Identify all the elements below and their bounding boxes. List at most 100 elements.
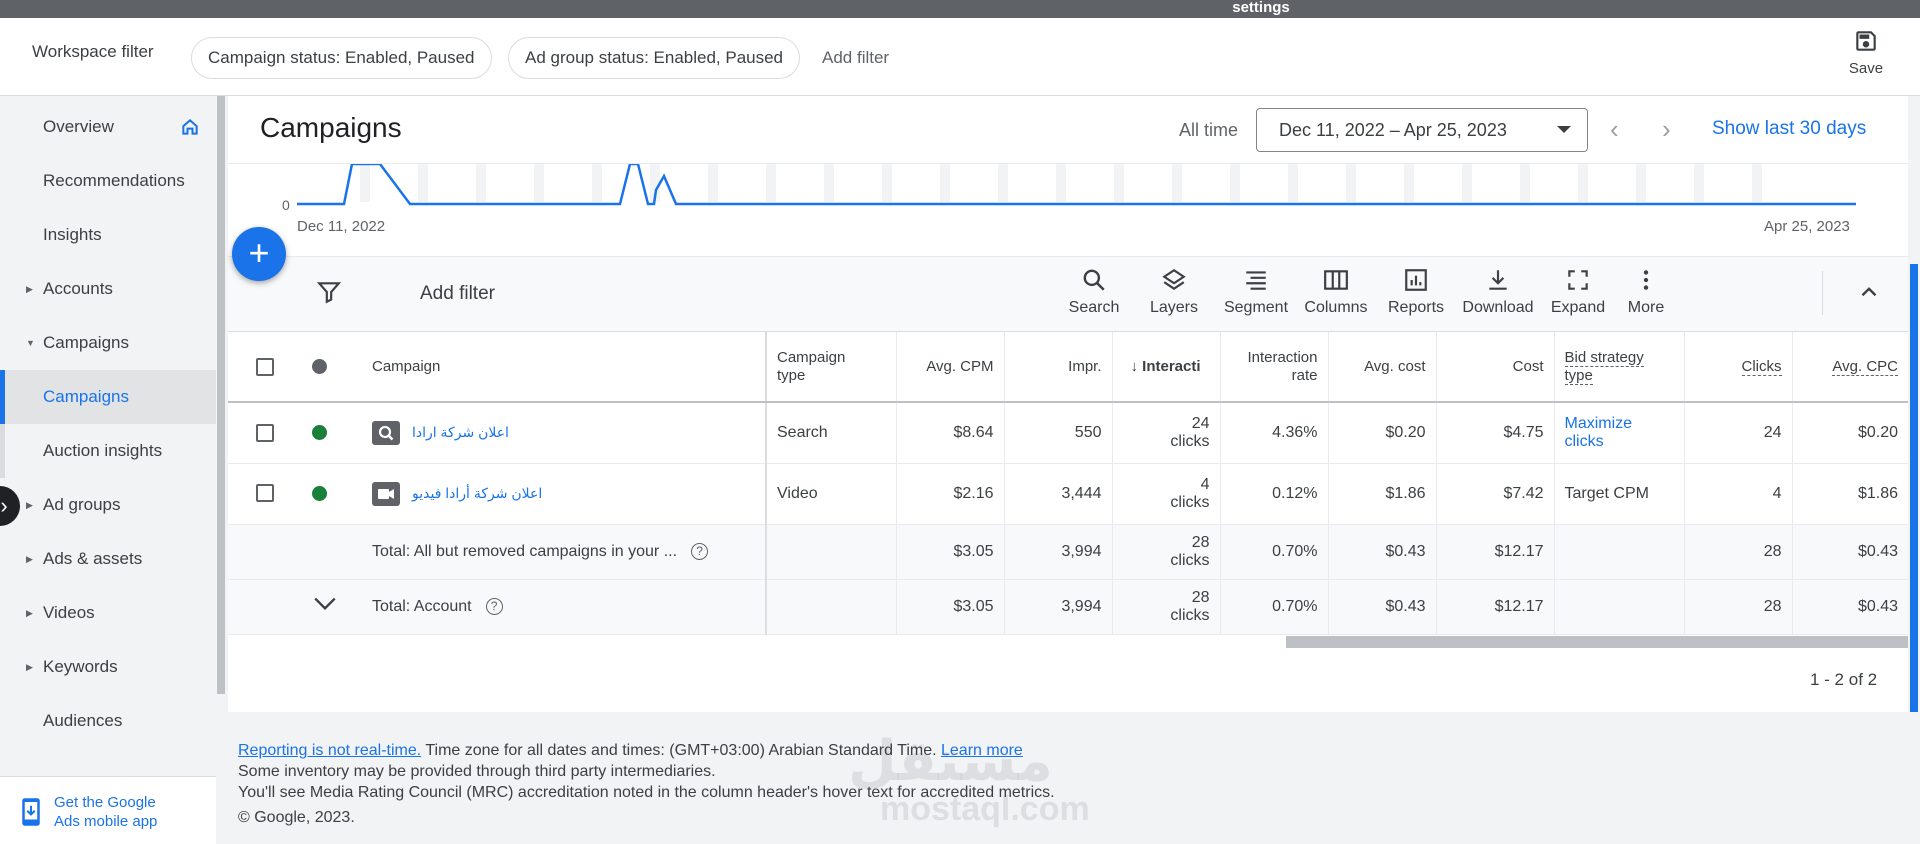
grid-band bbox=[1230, 164, 1240, 202]
bid-strategy-line2: clicks bbox=[1564, 432, 1604, 450]
reports-tool[interactable]: Reports bbox=[1376, 267, 1456, 317]
help-icon[interactable]: ? bbox=[485, 597, 503, 615]
mobile-app-promo[interactable]: Get the Google Ads mobile app bbox=[0, 776, 216, 844]
impr-header[interactable]: Impr. bbox=[1004, 332, 1113, 403]
row-checkbox[interactable] bbox=[256, 423, 274, 442]
page-title: Campaigns bbox=[260, 112, 402, 143]
avg-cpc-header[interactable]: Avg. CPC bbox=[1792, 332, 1908, 403]
bid-strategy-cell: Target CPM bbox=[1554, 463, 1685, 525]
row-status-cell[interactable] bbox=[302, 402, 352, 464]
learn-more-link[interactable]: Learn more bbox=[941, 742, 1023, 759]
sidebar-item-accounts[interactable]: ▶ Accounts bbox=[0, 262, 216, 316]
sidebar-item-ads-assets[interactable]: ▶ Ads & assets bbox=[0, 532, 216, 586]
help-icon[interactable]: ? bbox=[691, 542, 709, 560]
create-campaign-button[interactable]: + bbox=[232, 227, 286, 281]
sidebar-item-ad-groups[interactable]: ▶ Ad groups bbox=[0, 478, 216, 532]
impr-cell: 3,994 bbox=[1004, 579, 1113, 635]
sidebar-item-videos[interactable]: ▶ Videos bbox=[0, 586, 216, 640]
segment-tool[interactable]: Segment bbox=[1216, 267, 1296, 317]
sidebar-item-audiences[interactable]: Audiences bbox=[0, 694, 216, 748]
download-icon bbox=[1489, 270, 1507, 290]
cost-header[interactable]: Cost bbox=[1436, 332, 1555, 403]
campaign-type-cell: Video bbox=[766, 463, 897, 525]
add-workspace-filter-button[interactable]: Add filter bbox=[822, 48, 889, 68]
row-status-cell[interactable] bbox=[302, 463, 352, 525]
layers-tool[interactable]: Layers bbox=[1134, 267, 1214, 317]
filter-icon[interactable] bbox=[316, 279, 342, 305]
workspace-filter-bar: Workspace filter Campaign status: Enable… bbox=[0, 18, 1920, 96]
grid-band bbox=[1172, 164, 1182, 202]
grid-band bbox=[1752, 164, 1762, 202]
not-realtime-link[interactable]: Reporting is not real-time. bbox=[238, 742, 421, 759]
sidebar-item-overview[interactable]: Overview bbox=[0, 100, 216, 154]
sidebar-scrollbar[interactable] bbox=[216, 96, 226, 844]
table-row[interactable]: اعلان شركة أرادا فيديو Video $2.16 3,444… bbox=[228, 463, 1908, 525]
sidebar-item-recommendations[interactable]: Recommendations bbox=[0, 154, 216, 208]
bid-strategy-header[interactable]: Bid strategy type bbox=[1554, 332, 1685, 403]
save-label: Save bbox=[1848, 60, 1884, 77]
previous-period-icon[interactable]: ‹ bbox=[1610, 116, 1619, 142]
avg-cpm-header[interactable]: Avg. CPM bbox=[896, 332, 1005, 403]
tool-label: Segment bbox=[1223, 299, 1289, 316]
next-period-icon[interactable]: › bbox=[1662, 116, 1671, 142]
sidebar-item-label: Audiences bbox=[43, 711, 123, 730]
add-table-filter-button[interactable]: Add filter bbox=[420, 283, 495, 305]
sidebar-item-label: Campaigns bbox=[43, 387, 129, 406]
search-tool[interactable]: Search bbox=[1054, 267, 1134, 317]
bid-strategy-cell[interactable]: Maximize clicks bbox=[1554, 402, 1685, 464]
total-label: Total: All but removed campaigns in your… bbox=[372, 542, 678, 560]
interactions-unit: clicks bbox=[1170, 551, 1210, 569]
sort-arrow-icon: ↓ bbox=[1130, 357, 1143, 375]
sidebar-item-campaigns[interactable]: Campaigns bbox=[0, 370, 216, 424]
sidebar-scrollbar-thumb[interactable] bbox=[217, 96, 225, 694]
table-row[interactable]: اعلان شركة ارادا Search $8.64 550 24 clic… bbox=[228, 402, 1908, 464]
status-header[interactable] bbox=[302, 332, 352, 403]
date-range-picker[interactable]: Dec 11, 2022 – Apr 25, 2023 bbox=[1256, 108, 1588, 152]
chart-grid bbox=[360, 164, 1762, 202]
clicks-header[interactable]: Clicks bbox=[1684, 332, 1793, 403]
avg-cost-header[interactable]: Avg. cost bbox=[1328, 332, 1437, 403]
header-label: type bbox=[1564, 366, 1593, 384]
caret-right-icon: ▶ bbox=[26, 608, 33, 618]
sidebar-item-insights[interactable]: Insights bbox=[0, 208, 216, 262]
table-horizontal-scrollbar[interactable] bbox=[1286, 636, 1908, 648]
mobile-app-line1: Get the Google bbox=[54, 794, 156, 811]
grid-band bbox=[1346, 164, 1356, 202]
chart-x-end-label: Apr 25, 2023 bbox=[1764, 218, 1850, 235]
select-all-checkbox[interactable] bbox=[256, 357, 274, 376]
sidebar-item-campaigns-group[interactable]: ▼ Campaigns bbox=[0, 316, 216, 370]
footer-line2: Some inventory may be provided through t… bbox=[238, 763, 716, 780]
clicks-cell: 4 bbox=[1684, 463, 1793, 525]
save-button[interactable]: Save bbox=[1842, 28, 1890, 77]
cost-cell: $12.17 bbox=[1436, 524, 1555, 580]
interactions-header[interactable]: ↓ Interacti bbox=[1112, 332, 1221, 403]
main-scrollbar-thumb[interactable] bbox=[1910, 264, 1918, 712]
more-tool[interactable]: More bbox=[1606, 267, 1686, 317]
chart-canvas bbox=[297, 164, 1856, 206]
sidebar-item-label: Ad groups bbox=[43, 495, 121, 514]
campaign-name-link[interactable]: اعلان شركة أرادا فيديو bbox=[412, 485, 542, 501]
campaign-status-chip[interactable]: Campaign status: Enabled, Paused bbox=[191, 37, 492, 79]
avg-cpc-cell: $0.43 bbox=[1792, 579, 1908, 635]
download-tool[interactable]: Download bbox=[1458, 267, 1538, 317]
sidebar-item-keywords[interactable]: ▶ Keywords bbox=[0, 640, 216, 694]
columns-tool[interactable]: Columns bbox=[1296, 267, 1376, 317]
expand-total-cell[interactable] bbox=[302, 579, 352, 635]
ad-group-status-chip[interactable]: Ad group status: Enabled, Paused bbox=[508, 37, 801, 79]
sidebar-item-auction-insights[interactable]: Auction insights bbox=[0, 424, 216, 478]
campaign-name-link[interactable]: اعلان شركة ارادا bbox=[412, 424, 509, 440]
main-scrollbar[interactable] bbox=[1908, 96, 1920, 712]
row-select-cell bbox=[228, 402, 302, 464]
chevron-up-icon[interactable] bbox=[1856, 279, 1882, 305]
campaigns-header: Campaigns All time Dec 11, 2022 – Apr 25… bbox=[228, 96, 1908, 164]
interaction-rate-header[interactable]: Interaction rate bbox=[1220, 332, 1329, 403]
caret-right-icon: ▶ bbox=[26, 554, 33, 564]
row-checkbox[interactable] bbox=[256, 484, 274, 503]
show-last-30-days-link[interactable]: Show last 30 days bbox=[1712, 118, 1866, 140]
cost-cell: $12.17 bbox=[1436, 579, 1555, 635]
campaign-type-header[interactable]: Campaign type bbox=[766, 332, 897, 403]
tool-label: Search bbox=[1068, 299, 1120, 316]
campaign-header[interactable]: Campaign bbox=[352, 332, 767, 403]
grid-band bbox=[1694, 164, 1704, 202]
grid-band bbox=[882, 164, 892, 202]
